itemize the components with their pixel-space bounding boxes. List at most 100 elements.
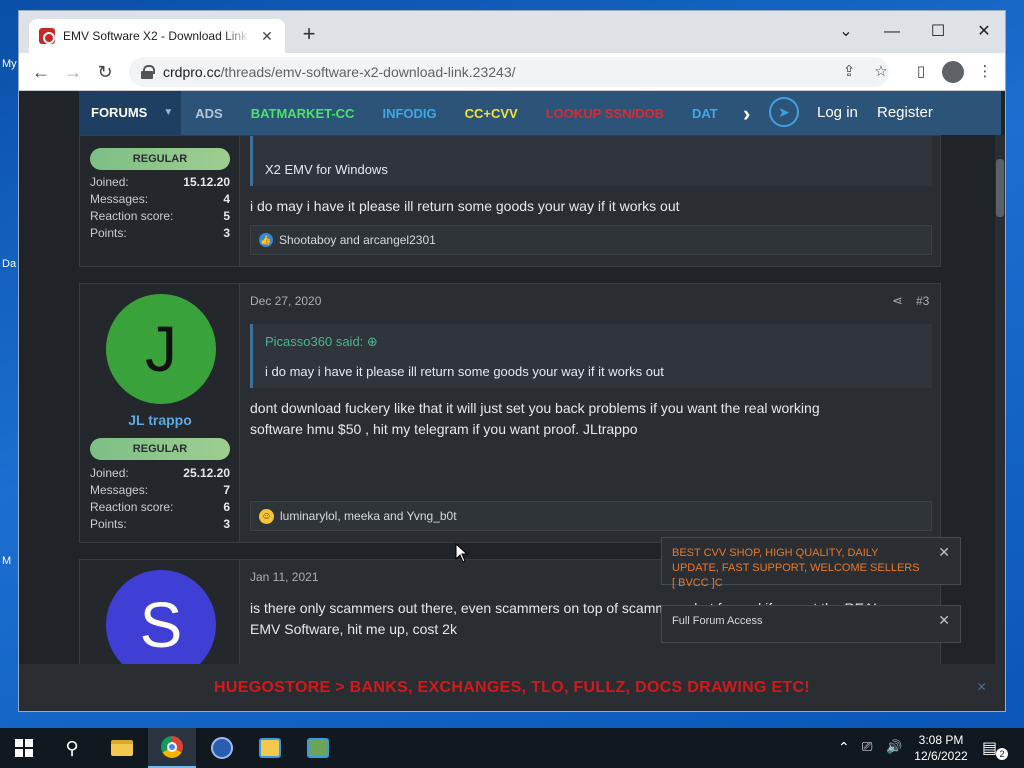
url-host: crdpro.cc (163, 64, 221, 80)
clock-date: 12/6/2022 (914, 749, 968, 763)
nav-item-ads[interactable]: ADS (181, 106, 236, 121)
close-window-button[interactable]: ✕ (961, 17, 1005, 47)
stat-points: Points: 3 (90, 517, 230, 531)
post: REGULAR Joined: 15.12.20 Messages: 4 React… (79, 135, 941, 267)
scrollbar[interactable] (995, 135, 1005, 711)
web-page: FORUMS ▼ ADS BATMARKET-CC INFODIG CC+CVV… (19, 91, 1005, 711)
reactions-bar[interactable]: 👍 Shootaboy and arcangel2301 (250, 225, 932, 255)
search-icon[interactable]: ⚲ (48, 728, 96, 768)
quote-block: X2 EMV for Windows (250, 136, 932, 186)
like-icon: 👍 (259, 233, 273, 247)
avatar[interactable]: J (106, 294, 216, 404)
browser-toolbar: ← → ↻ crdpro.cc/threads/emv-software-x2-… (19, 53, 1005, 91)
app-icon[interactable] (198, 728, 246, 768)
chevron-up-icon[interactable]: ⌃ (838, 739, 850, 756)
mouse-cursor-icon (455, 543, 469, 563)
desktop-icon-label[interactable]: Da (2, 258, 16, 270)
post-number[interactable]: #3 (916, 294, 929, 308)
stat-messages: Messages: 7 (90, 483, 230, 497)
banner-text[interactable]: HUEGOSTORE > BANKS, EXCHANGES, TLO, FULL… (214, 679, 810, 696)
start-button[interactable] (0, 728, 48, 768)
close-icon[interactable]: ✕ (938, 612, 950, 629)
side-panel-icon[interactable]: ▯ (909, 60, 933, 84)
file-explorer-icon[interactable] (98, 728, 146, 768)
post-date[interactable]: Dec 27, 2020 (250, 294, 321, 308)
profile-avatar-icon[interactable] (942, 61, 964, 83)
notifications-icon[interactable]: ▤ (982, 738, 997, 758)
share-page-icon[interactable]: ⇪ (837, 60, 861, 84)
share-icon[interactable]: ⋖ (892, 293, 903, 309)
app-icon[interactable] (246, 728, 294, 768)
forward-arrow-icon[interactable]: → (61, 60, 85, 84)
telegram-icon[interactable]: ➤ (769, 97, 799, 127)
post-message: dont download fuckery like that it will … (250, 400, 820, 437)
post-user-panel: S (80, 560, 240, 680)
notice-popup[interactable]: Full Forum Access ✕ (661, 605, 961, 643)
nav-item-data[interactable]: DAT (678, 106, 718, 121)
post-message: i do may i have it please ill return som… (250, 198, 680, 214)
tab-strip: EMV Software X2 - Download Link ✕ + ⌄ — … (19, 11, 1005, 53)
role-badge: REGULAR (90, 148, 230, 170)
browser-tab[interactable]: EMV Software X2 - Download Link ✕ (29, 19, 285, 53)
chrome-icon[interactable] (148, 728, 196, 768)
desktop-icon-label[interactable]: M (2, 555, 11, 567)
login-link[interactable]: Log in (817, 104, 858, 121)
bottom-ad-banner[interactable]: HUEGOSTORE > BANKS, EXCHANGES, TLO, FULL… (19, 664, 1005, 711)
stat-reaction-score: Reaction score: 6 (90, 500, 230, 514)
tab-close-icon[interactable]: ✕ (259, 28, 275, 45)
nav-item-lookup[interactable]: LOOKUP SSN/DOB (532, 106, 678, 121)
tab-search-icon[interactable]: ⌄ (823, 17, 869, 47)
quote-block: Picasso360 said: ⊕ i do may i have it pl… (250, 324, 932, 388)
more-menu-icon[interactable]: ⋮ (973, 60, 997, 84)
username[interactable]: JL trappo (80, 412, 240, 428)
stat-joined: Joined: 15.12.20 (90, 175, 230, 189)
chevron-right-icon[interactable]: › (743, 101, 750, 127)
browser-window: EMV Software X2 - Download Link ✕ + ⌄ — … (18, 10, 1006, 712)
url-path: /threads/emv-software-x2-download-link.2… (220, 64, 516, 80)
close-icon[interactable]: ✕ (938, 544, 950, 561)
post: J JL trappo REGULAR Joined: 25.12.20 Mess… (79, 283, 941, 543)
post-date[interactable]: Jan 11, 2021 (250, 570, 319, 584)
forum-nav-bar: FORUMS ▼ ADS BATMARKET-CC INFODIG CC+CVV… (79, 91, 1001, 135)
stat-points: Points: 3 (90, 226, 230, 240)
post-user-panel: REGULAR Joined: 15.12.20 Messages: 4 React… (80, 136, 240, 266)
register-link[interactable]: Register (877, 104, 933, 121)
taskbar: ⚲ ⌃ ⎚ 🔊 3:08 PM 12/6/2022 ▤ 2 (0, 728, 1024, 768)
post-body: X2 EMV for Windows i do may i have it pl… (240, 136, 940, 266)
notice-text[interactable]: Full Forum Access (672, 614, 922, 629)
app-icon[interactable] (294, 728, 342, 768)
site-favicon-icon (39, 28, 55, 44)
minimize-button[interactable]: — (869, 17, 915, 47)
clock[interactable]: 3:08 PM 12/6/2022 (908, 732, 974, 764)
network-icon[interactable]: ⎚ (862, 739, 872, 755)
lock-icon[interactable] (141, 65, 155, 79)
chevron-down-icon[interactable]: ▼ (155, 91, 182, 135)
address-bar[interactable]: crdpro.cc/threads/emv-software-x2-downlo… (129, 57, 889, 87)
back-arrow-icon[interactable]: ← (29, 60, 53, 84)
scrollbar-thumb[interactable] (996, 159, 1004, 217)
notification-count-badge: 2 (996, 748, 1008, 760)
notice-text[interactable]: BEST CVV SHOP, HIGH QUALITY, DAILY UPDAT… (672, 546, 922, 591)
nav-item-batmarket[interactable]: BATMARKET-CC (237, 106, 369, 121)
stat-reaction-score: Reaction score: 5 (90, 209, 230, 223)
reactions-list[interactable]: luminarylol, meeka and Yvng_b0t (280, 509, 457, 523)
volume-icon[interactable]: 🔊 (886, 739, 902, 755)
windows-logo-icon (15, 739, 33, 757)
reactions-list[interactable]: Shootaboy and arcangel2301 (279, 233, 436, 247)
quote-author[interactable]: Picasso360 said: ⊕ (265, 334, 378, 350)
quote-text: X2 EMV for Windows (265, 162, 388, 177)
desktop-icon-label[interactable]: My (2, 58, 17, 70)
close-icon[interactable]: ✕ (977, 664, 987, 711)
post-user-panel: J JL trappo REGULAR Joined: 25.12.20 Mess… (80, 284, 240, 542)
nav-item-infodig[interactable]: INFODIG (368, 106, 450, 121)
tab-title: EMV Software X2 - Download Link (63, 29, 248, 43)
reactions-bar[interactable]: ☺ luminarylol, meeka and Yvng_b0t (250, 501, 932, 531)
new-tab-button[interactable]: + (297, 23, 321, 47)
post-body: Dec 27, 2020 ⋖ #3 Picasso360 said: ⊕ i d… (240, 284, 940, 542)
maximize-button[interactable]: ☐ (915, 17, 961, 47)
bookmark-star-icon[interactable]: ☆ (869, 60, 893, 84)
notice-popup[interactable]: BEST CVV SHOP, HIGH QUALITY, DAILY UPDAT… (661, 537, 961, 589)
reload-icon[interactable]: ↻ (93, 60, 117, 84)
nav-item-cc-cvv[interactable]: CC+CVV (451, 106, 532, 121)
nav-item-forums[interactable]: FORUMS (79, 91, 156, 135)
